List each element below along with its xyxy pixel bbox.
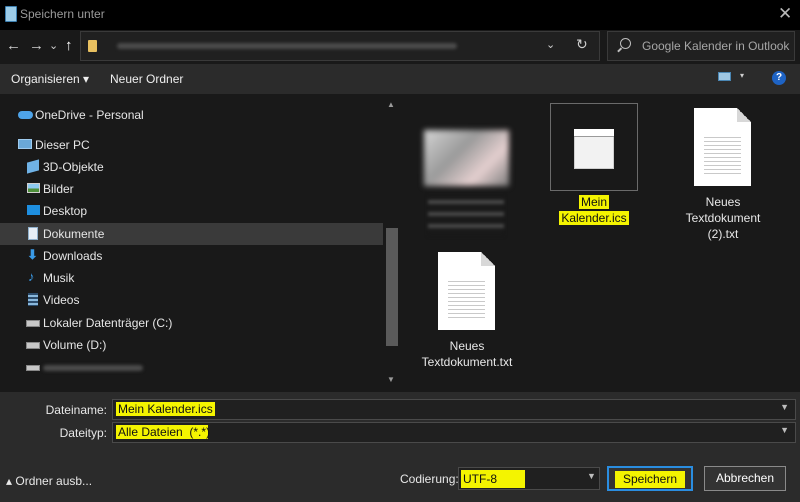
- sidebar-item-redacted-drive[interactable]: [0, 357, 383, 379]
- filetype-value: Alle Dateien (*.*): [116, 425, 211, 439]
- drive-icon: [26, 365, 40, 371]
- sidebar-item-label: Volume (D:): [43, 338, 107, 352]
- sidebar-item-desktop[interactable]: Desktop: [0, 200, 383, 222]
- sidebar-item-label: 3D-Objekte: [43, 160, 104, 174]
- search-icon: [620, 38, 631, 49]
- close-icon[interactable]: ✕: [778, 5, 792, 22]
- sidebar-item-this-pc[interactable]: Dieser PC: [0, 134, 383, 156]
- search-placeholder: Google Kalender in Outlook i...: [642, 39, 792, 53]
- folder-icon: [88, 40, 97, 52]
- filename-field[interactable]: Mein Kalender.ics ▼: [112, 399, 796, 420]
- sidebar-item-label: Musik: [43, 271, 75, 285]
- documents-icon: [28, 227, 38, 240]
- sidebar-item-documents[interactable]: Dokumente: [0, 223, 383, 245]
- recent-locations-button[interactable]: ⌄: [49, 36, 58, 56]
- save-as-dialog: Speichern unter ✕ ← → ⌄ ↑ ⌄ ↻ Google Kal…: [0, 0, 800, 502]
- file-name-line: Mein: [578, 195, 609, 209]
- sidebar-item-label: Downloads: [43, 249, 103, 263]
- file-name-line: (2).txt: [707, 227, 739, 241]
- file-name-line: Textdokument.txt: [421, 355, 513, 369]
- cloud-icon: [18, 111, 33, 119]
- redacted-image-thumbnail[interactable]: [424, 130, 509, 186]
- scroll-up-icon[interactable]: ▲: [387, 100, 395, 109]
- view-options-icon[interactable]: [718, 72, 731, 81]
- hide-folders-button[interactable]: ▴ Ordner ausb...: [6, 474, 92, 488]
- filename-label: Dateiname:: [45, 403, 107, 417]
- sidebar-item-label: Desktop: [43, 204, 88, 218]
- file-name-line: Kalender.ics: [559, 211, 629, 225]
- sidebar-item-label: OneDrive - Personal: [35, 108, 144, 122]
- sidebar-item-videos[interactable]: Videos: [0, 289, 383, 311]
- refresh-button[interactable]: ↻: [576, 36, 588, 53]
- sidebar-item-label: Videos: [43, 293, 80, 307]
- chevron-down-icon[interactable]: ⌄: [546, 38, 555, 51]
- sidebar-item-onedrive[interactable]: OneDrive - Personal: [0, 104, 383, 126]
- file-name-line: Neues: [449, 339, 485, 353]
- chevron-down-icon[interactable]: ▼: [780, 425, 789, 435]
- cube-icon: [27, 159, 39, 174]
- up-button[interactable]: ↑: [65, 36, 73, 56]
- computer-icon: [18, 139, 32, 149]
- file-name-line: Textdokument: [685, 211, 761, 225]
- sidebar-item-label: Dokumente: [43, 227, 105, 241]
- organize-menu-button[interactable]: Organisieren ▾: [11, 72, 89, 86]
- filetype-select[interactable]: Alle Dateien (*.*) ▼: [112, 422, 796, 443]
- file-name: Neues Textdokument.txt: [420, 338, 514, 370]
- redacted-file-name: [428, 196, 504, 236]
- navigation-pane: OneDrive - Personal Dieser PC 3D-Objekte…: [0, 96, 383, 390]
- sidebar-item-drive-c[interactable]: Lokaler Datenträger (C:): [0, 312, 383, 334]
- sidebar-item-label: Dieser PC: [35, 138, 90, 152]
- text-document-icon[interactable]: [694, 108, 751, 186]
- desktop-icon: [27, 205, 40, 215]
- encoding-value: UTF-8: [461, 470, 525, 488]
- file-name-line: Neues: [705, 195, 741, 209]
- file-name: Mein Kalender.ics: [552, 194, 636, 226]
- file-name: Neues Textdokument (2).txt: [678, 194, 768, 242]
- drive-icon: [26, 320, 40, 327]
- chevron-down-icon[interactable]: ▼: [587, 471, 596, 481]
- sidebar-item-music[interactable]: ♪ Musik: [0, 267, 383, 289]
- music-icon: ♪: [28, 269, 35, 284]
- scroll-down-icon[interactable]: ▼: [387, 375, 395, 384]
- scrollbar-thumb[interactable]: [386, 228, 398, 346]
- title-bar: [0, 0, 800, 30]
- sidebar-item-3d-objects[interactable]: 3D-Objekte: [0, 156, 383, 178]
- video-icon: [28, 293, 38, 306]
- download-icon: ⬇: [27, 247, 38, 262]
- caret-down-icon[interactable]: ▾: [740, 71, 744, 80]
- calendar-header-bar: [574, 129, 614, 137]
- text-document-icon[interactable]: [438, 252, 495, 330]
- save-button[interactable]: Speichern: [607, 466, 693, 491]
- new-folder-button[interactable]: Neuer Ordner: [110, 72, 183, 86]
- encoding-label: Codierung:: [400, 472, 459, 486]
- cancel-button[interactable]: Abbrechen: [704, 466, 786, 491]
- sidebar-item-downloads[interactable]: ⬇ Downloads: [0, 245, 383, 267]
- save-button-label: Speichern: [615, 471, 685, 488]
- sidebar-item-label: Lokaler Datenträger (C:): [43, 316, 173, 330]
- back-button[interactable]: ←: [6, 36, 21, 56]
- drive-icon: [26, 342, 40, 349]
- sidebar-item-pictures[interactable]: Bilder: [0, 178, 383, 200]
- help-button[interactable]: ?: [772, 71, 786, 85]
- window-title: Speichern unter: [20, 7, 105, 21]
- notepad-icon: [5, 6, 17, 22]
- chevron-down-icon[interactable]: ▼: [780, 402, 789, 412]
- filename-value: Mein Kalender.ics: [116, 402, 215, 416]
- filetype-label: Dateityp:: [59, 426, 107, 440]
- sidebar-item-drive-d[interactable]: Volume (D:): [0, 334, 383, 356]
- address-path-redacted: [117, 43, 457, 49]
- sidebar-item-label: Bilder: [43, 182, 74, 196]
- forward-button[interactable]: →: [29, 36, 44, 56]
- redacted-label: [43, 365, 143, 371]
- pictures-icon: [27, 183, 40, 193]
